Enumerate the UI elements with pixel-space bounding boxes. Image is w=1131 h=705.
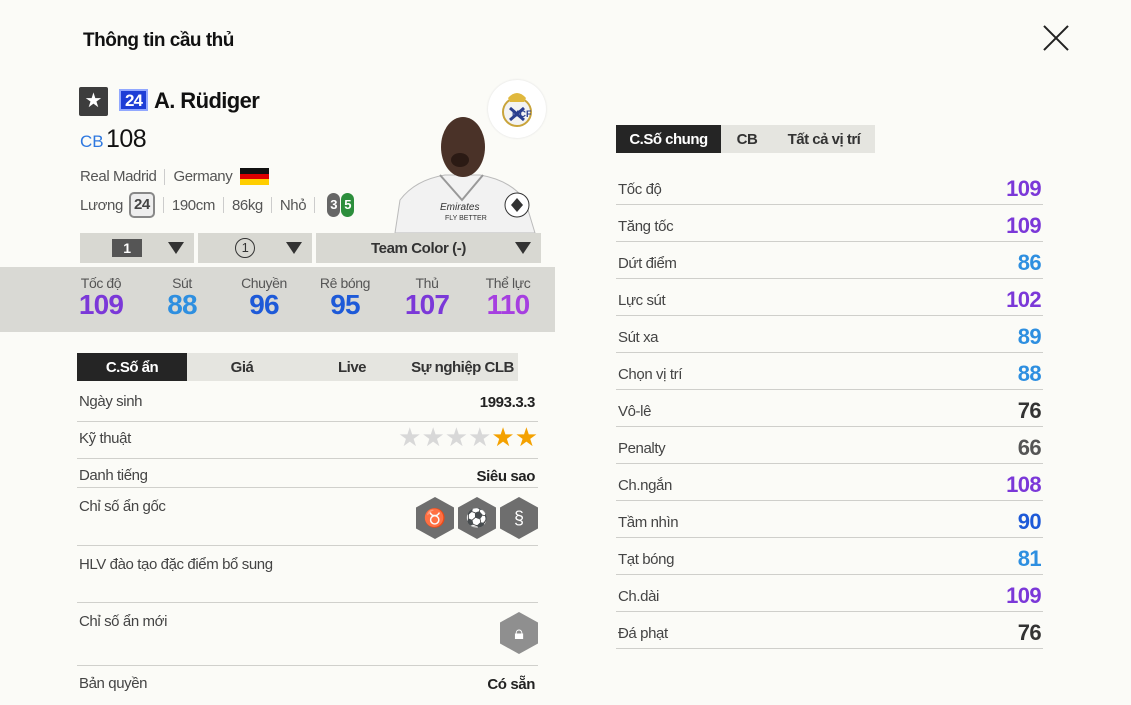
stat-row: Tăng tốc 109: [616, 205, 1043, 242]
copyright-value: Có sẵn: [487, 676, 535, 693]
copyright-row: Bản quyền Có sẵn: [79, 675, 535, 693]
lock-icon[interactable]: 🔒︎: [500, 612, 538, 654]
stat-row: Đá phạt 76: [616, 612, 1043, 649]
birth-value: 1993.3.3: [479, 394, 536, 411]
team-color-level-value: 1: [235, 238, 255, 258]
chevron-down-icon: [286, 242, 302, 254]
club-name: Real Madrid: [80, 168, 157, 185]
new-traits-row: Chỉ số ẩn mới 🔒︎: [77, 603, 538, 666]
level-value: 1: [112, 239, 142, 257]
tie-trait-icon[interactable]: ⚽: [458, 497, 496, 539]
nation-name: Germany: [173, 168, 233, 185]
star-icon: ★: [398, 422, 422, 452]
skill-stars: ★★★★★★: [398, 424, 538, 450]
info-tabs: C.Số ẩn Giá Live Sự nghiệp CLB: [77, 353, 518, 381]
traits-row: Chỉ số ẩn gốc ♉ ⚽ §: [77, 488, 538, 546]
close-icon[interactable]: [1040, 22, 1072, 54]
summary-stat: Thể lực 110: [485, 275, 531, 320]
snake-trait-icon[interactable]: §: [500, 497, 538, 539]
left-foot-badge: 3: [327, 193, 341, 217]
team-color-level-dropdown[interactable]: 1: [198, 233, 312, 263]
salary-badge: 24: [128, 192, 155, 218]
skill-row: Kỹ thuật ★★★★★★: [77, 422, 538, 459]
club-nation-row: Real Madrid Germany: [80, 168, 270, 186]
attributes-row: Lương 24 190cm 86kg Nhỏ 3 5: [80, 192, 355, 218]
tab-cb[interactable]: CB: [721, 125, 773, 153]
tab-hidden-stats[interactable]: C.Số ẩn: [77, 353, 187, 381]
tab-general-stats[interactable]: C.Số chung: [616, 125, 721, 153]
summary-stat: Thủ 107: [404, 275, 450, 320]
star-icon: ★: [514, 422, 538, 452]
stat-tabs: C.Số chung CB Tất cả vị trí: [616, 125, 875, 153]
stat-row: Tạt bóng 81: [616, 538, 1043, 575]
chevron-down-icon: [515, 242, 531, 254]
salary-label: Lương: [80, 196, 123, 214]
star-icon: ★: [468, 422, 492, 452]
stat-row: Ch.dài 109: [616, 575, 1043, 612]
stat-row: Lực sút 102: [616, 279, 1043, 316]
team-color-dropdown[interactable]: Team Color (-): [316, 233, 541, 263]
star-icon: ★: [444, 422, 469, 452]
page-title: Thông tin cầu thủ: [83, 30, 234, 51]
star-icon: ★: [79, 87, 108, 116]
fame-row: Danh tiếng Siêu sao: [77, 459, 538, 488]
svg-text:FLY BETTER: FLY BETTER: [445, 215, 487, 222]
tab-club-career[interactable]: Sự nghiệp CLB: [407, 353, 518, 381]
tab-price[interactable]: Giá: [187, 353, 297, 381]
birth-row: Ngày sinh 1993.3.3: [77, 385, 538, 422]
stat-row: Dứt điểm 86: [616, 242, 1043, 279]
svg-text:Emirates: Emirates: [440, 202, 479, 213]
star-icon: ★: [491, 422, 515, 452]
stat-row: Sút xa 89: [616, 316, 1043, 353]
weight: 86kg: [231, 196, 263, 214]
buffalo-trait-icon[interactable]: ♉: [416, 497, 454, 539]
chevron-down-icon: [168, 242, 184, 254]
summary-stats: Tốc độ 109 Sút 88 Chuyền 96 Rê bóng 95 T…: [0, 267, 555, 332]
stat-row: Vô-lê 76: [616, 390, 1043, 427]
season-badge: 24: [119, 89, 148, 111]
stat-row: Chọn vị trí 88: [616, 353, 1043, 390]
team-color-value: Team Color (-): [371, 239, 466, 257]
tab-all-positions[interactable]: Tất cả vị trí: [773, 125, 875, 153]
stat-row: Penalty 66: [616, 427, 1043, 464]
tab-live[interactable]: Live: [297, 353, 407, 381]
stat-row: Tốc độ 109: [616, 168, 1043, 205]
player-name: A. Rüdiger: [154, 88, 260, 113]
player-ovr: 108: [106, 125, 147, 153]
stat-row: Tầm nhìn 90: [616, 501, 1043, 538]
germany-flag-icon: [240, 168, 270, 186]
star-icon: ★: [421, 422, 445, 452]
club-logo-icon: MCF: [488, 80, 546, 138]
player-position: CB: [80, 132, 104, 151]
stat-row: Ch.ngắn 108: [616, 464, 1043, 501]
level-dropdown[interactable]: 1: [80, 233, 194, 263]
height: 190cm: [171, 196, 215, 214]
summary-stat: Chuyền 96: [241, 275, 287, 320]
fame-value: Siêu sao: [476, 468, 536, 485]
body-type: Nhỏ: [279, 196, 307, 214]
summary-stat: Sút 88: [167, 275, 197, 320]
summary-stat: Tốc độ 109: [78, 275, 124, 320]
coach-row: HLV đào tạo đặc điểm bổ sung: [77, 546, 538, 603]
summary-stat: Rê bóng 95: [319, 275, 371, 320]
svg-text:MCF: MCF: [512, 109, 532, 119]
right-foot-badge: 5: [341, 193, 355, 217]
